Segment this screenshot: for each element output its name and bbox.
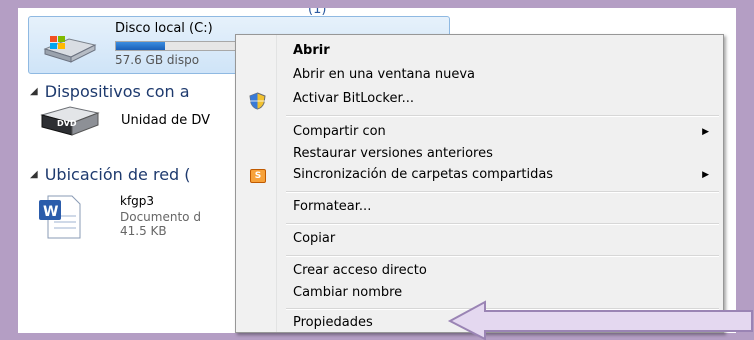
dvd-drive-name[interactable]: Unidad de DV — [121, 113, 210, 128]
collapse-triangle-icon[interactable]: ◢ — [30, 169, 38, 180]
file-name[interactable]: kfgp3 — [120, 194, 154, 208]
shield-icon — [249, 92, 266, 110]
menu-icon-gutter — [236, 35, 277, 332]
drive-name: Disco local (C:) — [115, 21, 213, 36]
group-label-devices: Dispositivos con a — [44, 82, 190, 101]
menu-separator — [286, 255, 719, 257]
menu-separator — [286, 115, 719, 117]
group-label-network: Ubicación de red ( — [44, 165, 191, 184]
menu-item-bitlocker[interactable]: Activar BitLocker... — [293, 91, 414, 106]
menu-item-format[interactable]: Formatear... — [293, 199, 371, 214]
dvd-drive-icon: DVD — [40, 106, 100, 136]
menu-item-restore-versions[interactable]: Restaurar versiones anteriores — [293, 146, 493, 161]
menu-separator — [286, 223, 719, 225]
group-header-network[interactable]: ◢ Ubicación de red ( — [30, 165, 191, 184]
drive-usage-fill — [116, 42, 165, 50]
context-menu: Abrir Abrir en una ventana nueva Activar… — [235, 34, 724, 333]
pointer-arrow-annotation — [447, 300, 753, 340]
menu-item-create-shortcut[interactable]: Crear acceso directo — [293, 263, 427, 278]
menu-item-open[interactable]: Abrir — [293, 43, 330, 58]
group-header-devices[interactable]: ◢ Dispositivos con a — [30, 82, 190, 101]
drive-free-space: 57.6 GB dispo — [115, 53, 200, 67]
menu-item-open-new-window[interactable]: Abrir en una ventana nueva — [293, 67, 475, 82]
word-document-icon: W — [39, 195, 81, 239]
file-type: Documento d — [120, 210, 201, 224]
submenu-arrow-icon: ▶ — [702, 170, 709, 180]
submenu-arrow-icon: ▶ — [702, 127, 709, 137]
collapse-triangle-icon[interactable]: ◢ — [30, 86, 38, 97]
menu-item-sync-folders[interactable]: Sincronización de carpetas compartidas — [293, 167, 553, 182]
word-icon-letter: W — [43, 204, 58, 220]
menu-item-rename[interactable]: Cambiar nombre — [293, 285, 402, 300]
menu-separator — [286, 191, 719, 193]
menu-item-share-with[interactable]: Compartir con — [293, 124, 386, 139]
dvd-badge: DVD — [57, 119, 77, 128]
hard-drive-icon — [43, 36, 97, 63]
file-size: 41.5 KB — [120, 224, 167, 238]
menu-item-copy[interactable]: Copiar — [293, 231, 335, 246]
sync-icon: S — [250, 169, 266, 183]
menu-item-properties[interactable]: Propiedades — [293, 315, 373, 330]
